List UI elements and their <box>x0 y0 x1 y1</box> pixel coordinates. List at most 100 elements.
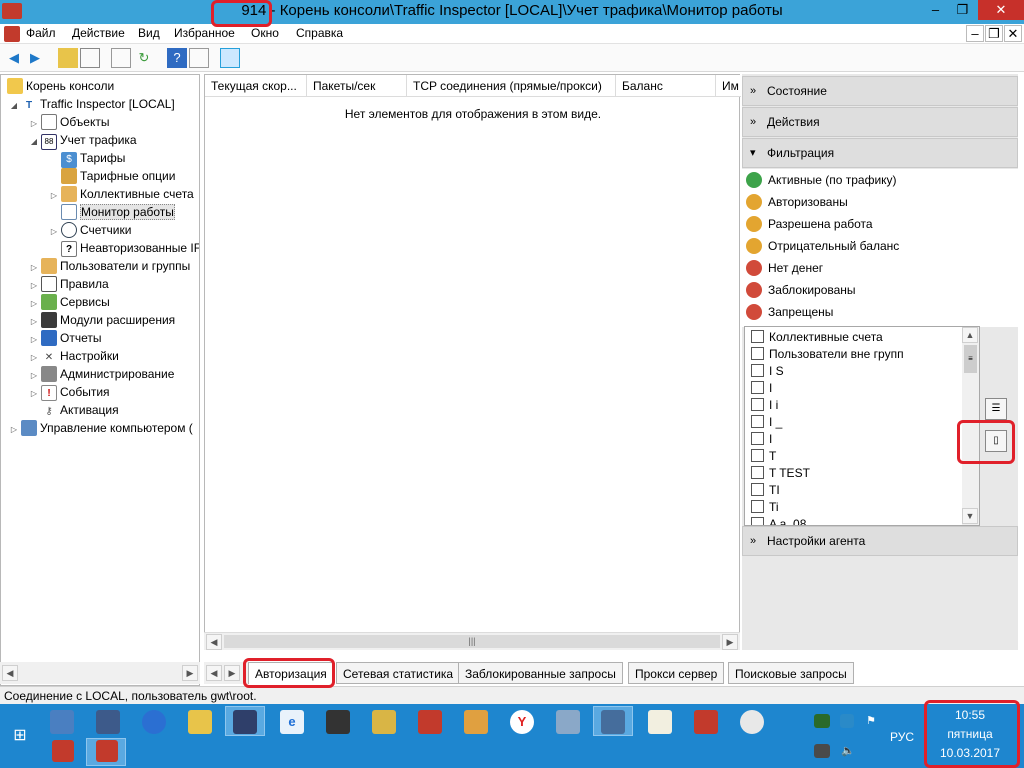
paint-icon[interactable] <box>464 710 488 734</box>
tree-item-monitor[interactable]: Монитор работы <box>49 203 175 221</box>
filter-authorized[interactable]: Авторизованы <box>746 192 848 212</box>
traffic-inspector-icon[interactable] <box>694 710 718 734</box>
tray-network-icon[interactable] <box>814 744 830 758</box>
menu-help[interactable]: Справка <box>296 26 343 40</box>
scroll-left-icon[interactable]: ◀ <box>2 665 18 681</box>
checkbox[interactable] <box>751 415 764 428</box>
checkbox[interactable] <box>751 449 764 462</box>
windows-start-icon[interactable]: ⊞ <box>8 724 32 748</box>
scroll-up-icon[interactable]: ▲ <box>962 327 978 343</box>
forward-arrow-icon[interactable]: ▶ <box>25 48 45 68</box>
checkbox[interactable] <box>751 381 764 394</box>
filter-blocked[interactable]: Заблокированы <box>746 280 856 300</box>
scroll-right-icon[interactable]: ▶ <box>182 665 198 681</box>
tools-icon[interactable] <box>372 710 396 734</box>
tree-root[interactable]: Корень консоли <box>5 77 114 95</box>
tree-item-services[interactable]: ▷ Сервисы <box>29 293 110 311</box>
server-manager-icon[interactable] <box>50 710 74 734</box>
tree-item-unauth[interactable]: ? Неавторизованные IF <box>49 239 199 257</box>
column-header[interactable]: Текущая скор... <box>205 75 307 97</box>
scroll-down-icon[interactable]: ▼ <box>962 508 978 524</box>
filter-forbidden[interactable]: Запрещены <box>746 302 833 322</box>
globe-icon[interactable] <box>142 710 166 734</box>
group-checkbox-item[interactable]: I <box>751 380 772 397</box>
group-checkbox-item[interactable]: Ti <box>751 499 779 516</box>
tree-item-tariffs[interactable]: $ Тарифы <box>49 149 125 168</box>
menu-file[interactable]: Файл <box>26 26 56 40</box>
checkbox[interactable] <box>751 432 764 445</box>
close-button[interactable]: ✕ <box>978 0 1024 20</box>
menu-favorites[interactable]: Избранное <box>174 26 235 40</box>
action-pane-icon[interactable] <box>220 48 240 68</box>
group-checkbox-item[interactable]: Пользователи вне групп <box>751 346 904 363</box>
section-actions[interactable]: » Действия <box>742 107 1018 137</box>
network-icon[interactable] <box>556 710 580 734</box>
back-arrow-icon[interactable]: ◀ <box>4 48 24 68</box>
tree-item-settings[interactable]: ▷ ✕ Настройки <box>29 347 119 365</box>
up-folder-icon[interactable] <box>58 48 78 68</box>
expand-open-icon[interactable]: ◢ <box>29 133 39 151</box>
group-checkbox-item[interactable]: Коллективные счета <box>751 329 883 346</box>
tree-item-traffic-inspector[interactable]: ◢ T Traffic Inspector [LOCAL] <box>9 95 175 113</box>
scroll-left-icon[interactable]: ◀ <box>206 634 222 650</box>
checkbox[interactable] <box>751 500 764 513</box>
notepad-icon[interactable] <box>648 710 672 734</box>
tab-search-queries[interactable]: Поисковые запросы <box>728 662 854 684</box>
powershell-icon[interactable] <box>96 710 120 734</box>
menu-window[interactable]: Окно <box>251 26 279 40</box>
expand-open-icon[interactable]: ◢ <box>9 97 19 115</box>
yandex-browser-icon[interactable]: Y <box>510 710 534 734</box>
tree-item-collective[interactable]: ▷ Коллективные счета <box>49 185 194 203</box>
tree-item-admin[interactable]: ▷ Администрирование <box>29 365 174 383</box>
traffic-inspector-pinned-icon[interactable] <box>52 740 74 762</box>
tree-item-activation[interactable]: ⚷ Активация <box>29 401 118 419</box>
group-vscrollbar[interactable]: ▲ ≡ ▼ <box>962 327 979 525</box>
checkbox[interactable] <box>751 398 764 411</box>
tree-item-reports[interactable]: ▷ Отчеты <box>29 329 101 347</box>
tree-item-objects[interactable]: ▷ Объекты <box>29 113 110 131</box>
group-checkbox-item[interactable]: I _ <box>751 414 782 431</box>
speaker-muted-icon[interactable]: 🔈 <box>840 744 856 758</box>
traffic-inspector-window-icon[interactable] <box>96 740 118 762</box>
tree-item-tariff-options[interactable]: Тарифные опции <box>49 167 175 185</box>
save-disk-icon[interactable] <box>233 710 257 734</box>
tray-app-icon[interactable] <box>840 714 854 728</box>
filter-no-money[interactable]: Нет денег <box>746 258 823 278</box>
mdi-restore-button[interactable]: ❐ <box>985 25 1003 42</box>
scroll-thumb[interactable]: ||| <box>224 635 720 648</box>
column-header[interactable]: TCP соединения (прямые/прокси) <box>407 75 616 97</box>
scroll-right-icon[interactable]: ▶ <box>722 634 738 650</box>
tab-network-stats[interactable]: Сетевая статистика <box>336 662 461 684</box>
column-header[interactable]: Им <box>716 75 741 97</box>
language-indicator[interactable]: РУС <box>890 730 914 744</box>
tab-authorization[interactable]: Авторизация <box>248 662 334 684</box>
menu-view[interactable]: Вид <box>138 26 160 40</box>
clock-app-icon[interactable] <box>740 710 764 734</box>
group-checkbox-item[interactable]: T <box>751 448 776 465</box>
section-state[interactable]: » Состояние <box>742 76 1018 106</box>
minimize-button[interactable]: – <box>922 0 949 20</box>
device-icon[interactable] <box>326 710 350 734</box>
column-header[interactable]: Баланс <box>616 75 716 97</box>
tray-monitor-icon[interactable] <box>814 714 830 728</box>
show-hide-pane-icon[interactable] <box>189 48 209 68</box>
group-checkbox-item[interactable]: I <box>751 431 772 448</box>
tree-item-counters[interactable]: ▷ Счетчики <box>49 221 131 239</box>
export-list-icon[interactable] <box>111 48 131 68</box>
section-agent-settings[interactable]: » Настройки агента <box>742 526 1018 556</box>
group-checkbox-item[interactable]: I i <box>751 397 778 414</box>
filter-active[interactable]: Активные (по трафику) <box>746 170 897 190</box>
group-checkbox-item[interactable]: I S <box>751 363 784 380</box>
clock[interactable]: 10:55 пятница 10.03.2017 <box>930 706 1010 764</box>
refresh-icon[interactable]: ↻ <box>134 48 154 68</box>
show-tree-icon[interactable] <box>80 48 100 68</box>
maximize-button[interactable]: ❐ <box>949 0 976 20</box>
mmc-console-icon[interactable] <box>601 710 625 734</box>
mmc-doc-icon[interactable] <box>4 26 20 42</box>
tree-item-accounting[interactable]: ◢ 88 Учет трафика <box>29 131 137 151</box>
checkbox[interactable] <box>751 517 764 525</box>
checkbox[interactable] <box>751 330 764 343</box>
column-header[interactable]: Пакеты/сек <box>307 75 407 97</box>
filter-allowed[interactable]: Разрешена работа <box>746 214 873 234</box>
select-all-icon[interactable]: ☰ <box>985 398 1007 420</box>
